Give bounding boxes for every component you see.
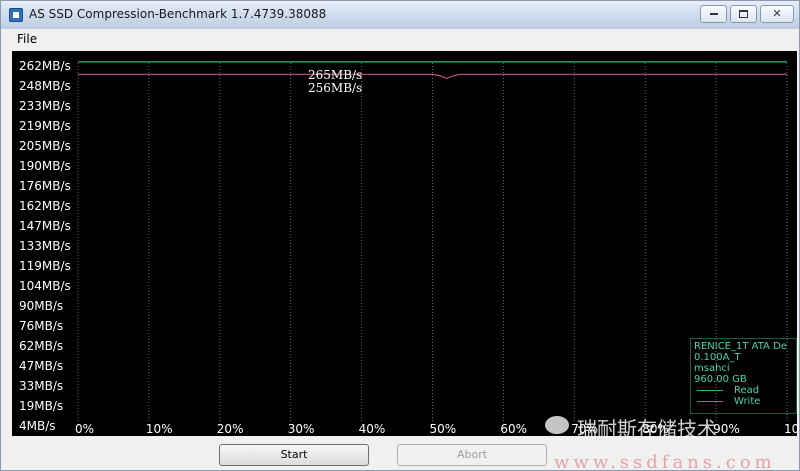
y-tick-label: 133MB/s bbox=[19, 239, 71, 253]
menu-file[interactable]: File bbox=[17, 32, 37, 46]
y-tick-label: 147MB/s bbox=[19, 219, 71, 233]
y-tick-label: 104MB/s bbox=[19, 279, 71, 293]
y-tick-label: 262MB/s bbox=[19, 59, 71, 73]
read-swatch bbox=[697, 390, 723, 391]
maximize-button[interactable] bbox=[730, 5, 757, 23]
menu-bar: File bbox=[1, 29, 799, 51]
y-tick-label: 219MB/s bbox=[19, 119, 71, 133]
title-bar[interactable]: AS SSD Compression-Benchmark 1.7.4739.38… bbox=[1, 1, 799, 29]
y-tick-label: 205MB/s bbox=[19, 139, 71, 153]
compression-chart: 265MB/s 256MB/s RENICE_1T ATA De 0.100A_… bbox=[12, 51, 800, 436]
close-icon: ✕ bbox=[772, 7, 782, 20]
write-value-label: 256MB/s bbox=[308, 81, 363, 95]
y-tick-label: 33MB/s bbox=[19, 379, 64, 393]
y-tick-label: 62MB/s bbox=[19, 339, 64, 353]
minimize-icon bbox=[709, 13, 718, 15]
y-tick-label: 4MB/s bbox=[19, 419, 56, 433]
write-swatch bbox=[697, 401, 723, 402]
y-tick-label: 176MB/s bbox=[19, 179, 71, 193]
abort-button[interactable]: Abort bbox=[397, 444, 547, 466]
y-tick-label: 47MB/s bbox=[19, 359, 64, 373]
x-tick-label: 40% bbox=[358, 422, 386, 436]
device-firmware: 0.100A_T bbox=[694, 352, 741, 363]
y-tick-label: 248MB/s bbox=[19, 79, 71, 93]
watermark-url: www.ssdfans.com bbox=[554, 452, 776, 471]
device-capacity: 960.00 GB bbox=[694, 374, 747, 385]
legend-write-label: Write bbox=[734, 396, 761, 407]
x-tick-label: 60% bbox=[500, 422, 528, 436]
x-tick-label: 50% bbox=[429, 422, 457, 436]
chart-plot bbox=[77, 61, 788, 421]
legend-read: Read bbox=[694, 385, 796, 396]
device-driver: msahci bbox=[694, 363, 730, 374]
x-tick-label: 100% bbox=[784, 422, 800, 436]
x-tick-label: 20% bbox=[216, 422, 244, 436]
y-tick-label: 190MB/s bbox=[19, 159, 71, 173]
close-button[interactable]: ✕ bbox=[760, 5, 794, 23]
series-line-write bbox=[78, 73, 787, 80]
wechat-logo-icon bbox=[545, 416, 569, 434]
maximize-icon bbox=[739, 10, 748, 18]
x-tick-label: 30% bbox=[287, 422, 315, 436]
device-name: RENICE_1T ATA De bbox=[694, 341, 787, 352]
minimize-button[interactable] bbox=[700, 5, 727, 23]
app-icon bbox=[9, 8, 23, 22]
watermark-text: 瑞耐斯存储技术 bbox=[577, 417, 717, 441]
benchmark-window: AS SSD Compression-Benchmark 1.7.4739.38… bbox=[0, 0, 800, 471]
start-button[interactable]: Start bbox=[219, 444, 369, 466]
legend-write: Write bbox=[694, 396, 796, 407]
y-tick-label: 162MB/s bbox=[19, 199, 71, 213]
y-tick-label: 119MB/s bbox=[19, 259, 71, 273]
x-tick-label: 90% bbox=[713, 422, 740, 436]
chart-legend: RENICE_1T ATA De 0.100A_T msahci 960.00 … bbox=[690, 338, 797, 414]
y-tick-label: 90MB/s bbox=[19, 299, 64, 313]
y-tick-label: 19MB/s bbox=[19, 399, 64, 413]
y-tick-label: 233MB/s bbox=[19, 99, 71, 113]
window-title: AS SSD Compression-Benchmark 1.7.4739.38… bbox=[29, 7, 327, 21]
x-tick-label: 0% bbox=[75, 422, 95, 436]
y-tick-label: 76MB/s bbox=[19, 319, 64, 333]
legend-read-label: Read bbox=[734, 385, 760, 396]
x-tick-label: 10% bbox=[145, 422, 173, 436]
